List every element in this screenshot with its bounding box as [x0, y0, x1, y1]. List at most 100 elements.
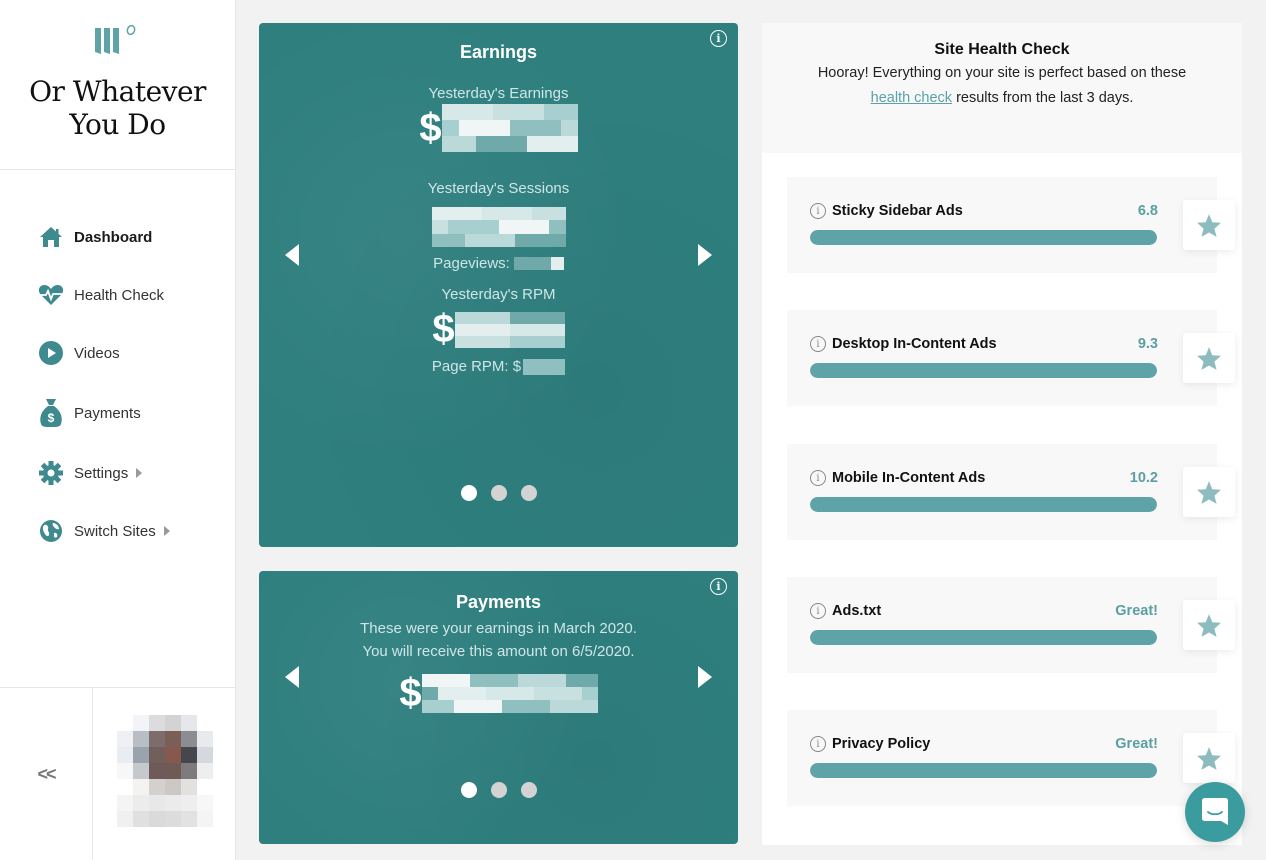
health-check-score: 6.8 [1137, 203, 1158, 219]
sidebar-item-settings[interactable]: Settings [0, 444, 236, 502]
carousel-dot[interactable] [460, 485, 477, 501]
redaction-pixel [437, 686, 454, 701]
carousel-dot[interactable] [490, 485, 507, 501]
chat-launcher-button[interactable] [1185, 782, 1245, 842]
info-icon[interactable]: i [810, 336, 826, 352]
star-button[interactable] [1183, 600, 1235, 650]
redaction-pixel [517, 700, 534, 714]
sidebar-item-label: Payments [74, 404, 141, 422]
redaction-pixel [441, 104, 459, 120]
redaction-pixel [523, 358, 538, 375]
next-slide-button[interactable] [698, 666, 712, 688]
redacted-value [441, 104, 578, 152]
avatar-pixel [132, 779, 149, 795]
avatar-pixel [180, 763, 197, 779]
health-check-label-wrap: i Mobile In-Content Ads [810, 470, 985, 486]
redaction-pixel [551, 358, 566, 375]
redaction-pixel [469, 700, 486, 714]
info-icon[interactable]: i [810, 470, 826, 486]
redaction-pixel [485, 673, 502, 687]
info-icon[interactable]: i [710, 578, 727, 595]
star-button[interactable] [1183, 467, 1235, 517]
sidebar-item-videos[interactable]: Videos [0, 324, 236, 382]
redaction-pixel [498, 220, 516, 234]
progress-fill [810, 230, 1157, 245]
brand-logo-icon [94, 24, 135, 54]
avatar-pixel [148, 763, 165, 779]
carousel-dot[interactable] [520, 485, 537, 501]
collapse-sidebar-button[interactable]: << [0, 688, 93, 860]
redaction-pixel [565, 686, 582, 701]
redaction-pixel [469, 686, 486, 701]
redaction-pixel [549, 686, 566, 701]
redaction-pixel [501, 673, 518, 687]
redaction-pixel [472, 311, 492, 324]
previous-slide-button[interactable] [285, 666, 299, 688]
star-button[interactable] [1183, 333, 1235, 383]
redaction-pixel [532, 220, 549, 234]
avatar-pixel [180, 715, 197, 731]
redaction-pixel [527, 323, 547, 336]
carousel-dot[interactable] [490, 782, 507, 798]
star-button[interactable] [1183, 733, 1235, 783]
brand-name-line1: Or Whatever [29, 75, 206, 108]
avatar[interactable] [116, 715, 213, 833]
sidebar-item-label: Videos [74, 344, 120, 362]
health-check-label-wrap: i Ads.txt [810, 603, 881, 619]
redaction-pixel [485, 700, 502, 714]
redaction-pixel [546, 335, 565, 348]
avatar-pixel [148, 795, 165, 811]
star-button[interactable] [1183, 200, 1235, 250]
money-bag-icon: $ [38, 399, 64, 427]
info-icon[interactable]: i [710, 30, 727, 47]
carousel-dot[interactable] [520, 782, 537, 798]
redaction-pixel [533, 686, 550, 701]
site-health-description: Hooray! Everything on your site is perfe… [762, 61, 1242, 111]
redaction-pixel [565, 673, 582, 687]
globe-icon [38, 518, 64, 544]
user-avatar-area [93, 688, 236, 860]
next-slide-button[interactable] [698, 244, 712, 266]
play-circle-icon [38, 340, 64, 366]
redaction-pixel [485, 686, 502, 701]
redaction-pixel [421, 700, 438, 714]
carousel-dot[interactable] [460, 782, 477, 798]
redaction-pixel [560, 104, 578, 120]
carousel-dots [259, 485, 738, 501]
caret-right-icon [163, 526, 170, 536]
redaction-pixel [513, 257, 527, 270]
earnings-card: Earnings i Yesterday's Earnings $ Yester… [259, 23, 738, 547]
page-rpm-row: Page RPM: $ [259, 358, 738, 375]
sidebar-item-label: Settings [74, 464, 129, 482]
site-health-title: Site Health Check [934, 41, 1070, 58]
earnings-title: Earnings [459, 42, 538, 62]
sidebar-item-switch-sites[interactable]: Switch Sites [0, 502, 236, 560]
health-check-progress-bar [810, 230, 1157, 245]
avatar-pixel [180, 731, 197, 747]
sidebar-item-dashboard[interactable]: Dashboard [0, 208, 236, 266]
star-icon [1197, 346, 1221, 370]
redaction-pixel [448, 220, 465, 234]
previous-slide-button[interactable] [285, 244, 299, 266]
sidebar-item-payments[interactable]: $ Payments [0, 382, 236, 444]
redaction-pixel [458, 104, 476, 120]
progress-fill [810, 630, 1157, 645]
avatar-pixel [180, 747, 197, 763]
payments-line1: These were your earnings in March 2020. [360, 620, 637, 637]
avatar-pixel [196, 763, 213, 779]
avatar-pixel [164, 811, 181, 827]
health-check-progress-bar [810, 497, 1157, 512]
redaction-pixel [543, 104, 561, 120]
info-icon[interactable]: i [810, 203, 826, 219]
avatar-pixel [116, 715, 133, 731]
redaction-pixel [526, 257, 539, 270]
health-check-row: i Privacy Policy Great! [787, 710, 1235, 806]
info-icon[interactable]: i [810, 603, 826, 619]
sidebar-item-health-check[interactable]: Health Check [0, 266, 236, 324]
health-check-row: i Sticky Sidebar Ads 6.8 [787, 177, 1235, 273]
pageviews-row: Pageviews: [259, 255, 738, 272]
health-check-link[interactable]: health check [871, 90, 952, 106]
redaction-pixel [441, 136, 459, 152]
info-icon[interactable]: i [810, 736, 826, 752]
yesterday-sessions-label: Yesterday's Sessions [427, 180, 570, 197]
